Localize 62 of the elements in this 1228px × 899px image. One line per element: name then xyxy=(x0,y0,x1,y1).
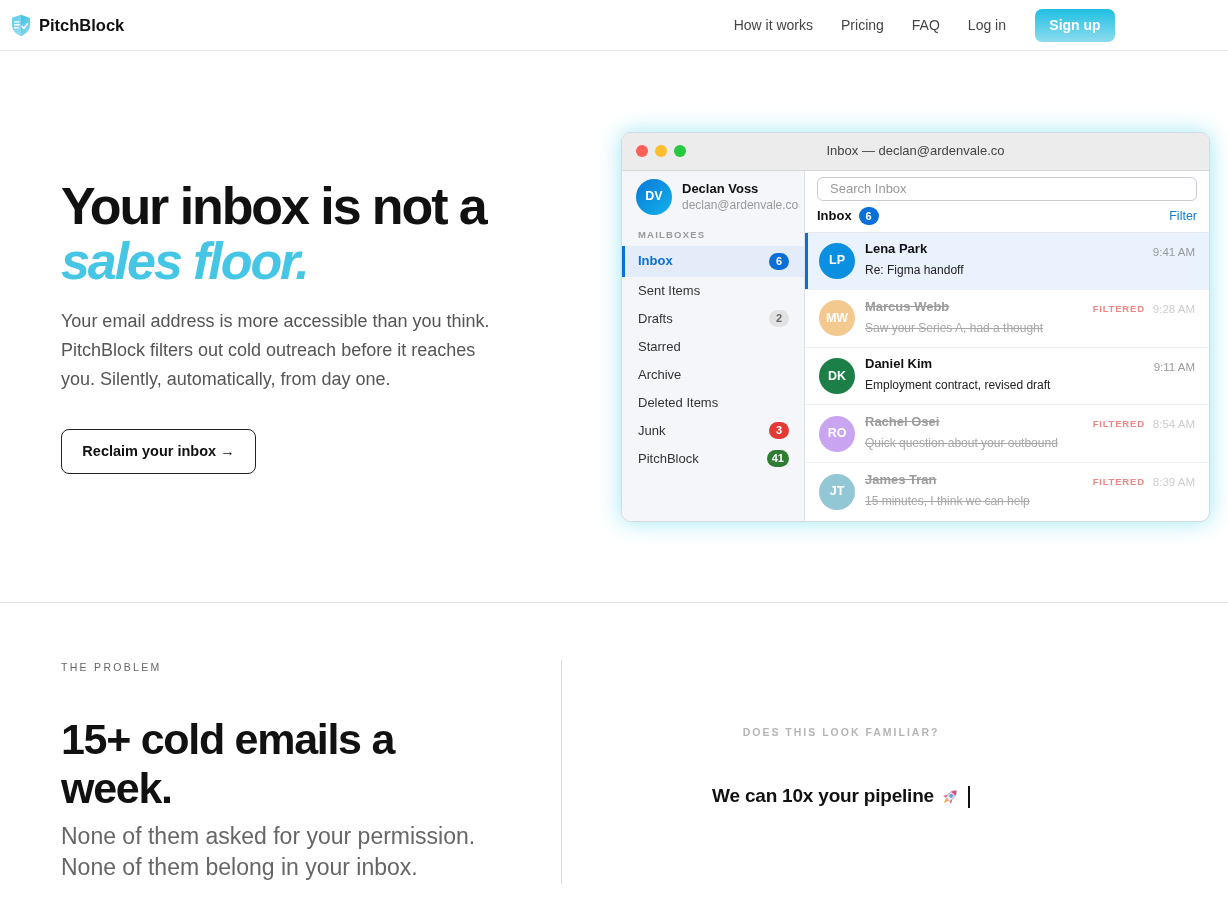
typed-text: We can 10x your pipeline xyxy=(712,784,934,809)
sender-avatar: DK xyxy=(819,358,855,394)
account-avatar: DV xyxy=(636,178,672,215)
reclaim-inbox-button[interactable]: Reclaim your inbox → xyxy=(61,429,256,474)
filtered-label: FILTERED xyxy=(1092,474,1145,489)
sender-name: James Tran xyxy=(865,471,938,490)
count-badge: 41 xyxy=(766,450,789,467)
count-badge: 2 xyxy=(769,310,789,327)
shield-check-icon xyxy=(11,13,31,37)
account-name: Declan Voss xyxy=(682,180,760,197)
minimize-button[interactable] xyxy=(655,145,667,157)
sender-avatar: MW xyxy=(819,300,855,337)
hero-title: Your inbox is not a xyxy=(61,179,488,234)
message-subject: 15 minutes, I think we can help xyxy=(865,493,1031,511)
message-subject: Quick question about your outbound xyxy=(865,435,1059,453)
account-email: declan@ardenvale.co xyxy=(682,196,799,213)
mailbox-item[interactable]: Drafts 2 xyxy=(622,304,804,333)
list-title: Inbox xyxy=(817,207,852,226)
count-badge: 6 xyxy=(769,252,789,270)
count-badge: 6 xyxy=(858,207,879,225)
sender-avatar: RO xyxy=(819,415,855,452)
mailbox-item[interactable]: Inbox 6 xyxy=(622,245,804,277)
nav-link[interactable]: Pricing xyxy=(841,14,884,36)
hero-title-accent: sales floor. xyxy=(61,234,309,289)
message-subject: Saw your Series A, had a thought xyxy=(865,319,1045,337)
message-row[interactable]: DK Daniel Kim Employment contract, revised draft 9:11 AM xyxy=(805,347,1209,406)
hero-text: Your email address is more accessible than you think. PitchBlock filters out cold outreach before it reaches you. Silently, automatically, from day one. xyxy=(61,310,491,391)
filter-link[interactable]: Filter xyxy=(1169,206,1197,226)
section-text: None of them asked for your permission. None of them belong in your inbox. xyxy=(61,822,477,882)
mailbox-item[interactable]: Sent Items xyxy=(622,276,804,305)
demo-label: DOES THIS LOOK FAMILIAR? xyxy=(742,725,940,740)
mailbox-item[interactable]: Deleted Items xyxy=(622,388,804,417)
section-title: 15+ cold emails a week. xyxy=(61,715,396,813)
nav-link[interactable]: How it works xyxy=(733,14,814,36)
window-title: Inbox — declan@ardenvale.co xyxy=(826,142,1005,161)
section-label: MAILBOXES xyxy=(638,228,707,241)
filtered-label: FILTERED xyxy=(1092,417,1145,432)
cursor-icon xyxy=(967,785,970,808)
zoom-button[interactable] xyxy=(674,145,686,157)
message-time: 9:41 AM xyxy=(1152,244,1195,260)
nav-link[interactable]: FAQ xyxy=(911,14,940,36)
brand-logo[interactable]: PitchBlock xyxy=(11,12,125,38)
message-subject: Re: Figma handoff xyxy=(865,262,965,280)
sender-avatar: LP xyxy=(819,242,855,279)
message-subject: Employment contract, revised draft xyxy=(865,377,1052,395)
sender-name: Marcus Webb xyxy=(865,297,951,316)
close-button[interactable] xyxy=(636,145,648,157)
section-eyebrow: THE PROBLEM xyxy=(61,660,163,674)
filtered-label: FILTERED xyxy=(1092,302,1145,317)
mailbox-item[interactable]: PitchBlock 41 xyxy=(622,444,804,473)
mailbox-item[interactable]: Archive xyxy=(622,360,804,389)
count-badge: 3 xyxy=(769,422,789,439)
mailbox-item[interactable]: Junk 3 xyxy=(622,416,804,445)
sender-name: Lena Park xyxy=(865,240,929,259)
message-row[interactable]: LP Lena Park Re: Figma handoff 9:41 AM xyxy=(805,232,1209,291)
search-field[interactable]: Search Inbox xyxy=(817,176,1197,201)
message-time: 9:11 AM xyxy=(1153,359,1195,375)
sender-avatar: JT xyxy=(819,473,855,510)
mailbox-item[interactable]: Starred xyxy=(622,332,804,361)
nav-link[interactable]: Log in xyxy=(967,14,1006,36)
sender-name: Daniel Kim xyxy=(865,355,934,374)
sender-name: Rachel Osei xyxy=(865,413,941,432)
